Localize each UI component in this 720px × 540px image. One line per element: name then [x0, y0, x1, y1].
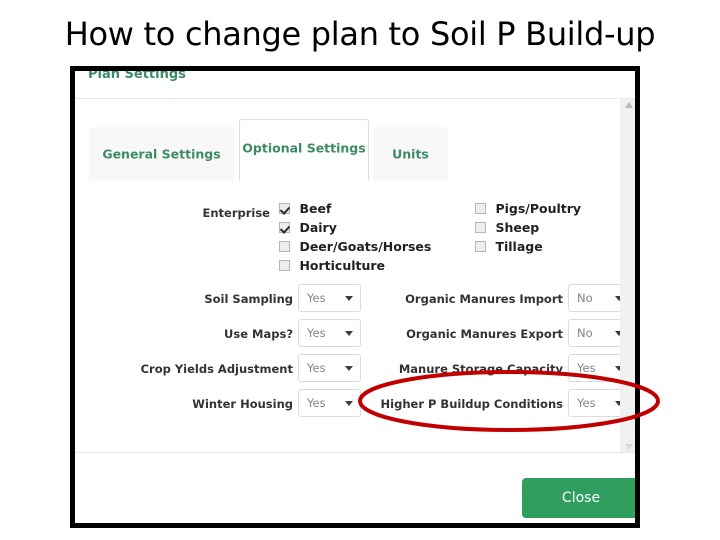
checkbox-beef[interactable]: Beef — [279, 199, 431, 218]
select-use-maps-value: Yes — [307, 326, 326, 340]
tab-optional-settings-label: Optional Settings — [242, 140, 366, 156]
checkbox-pigs-poultry[interactable]: Pigs/Poultry — [475, 199, 581, 218]
dialog-header: Plan Settings — [75, 71, 635, 99]
select-organic-manures-import-value: No — [577, 291, 593, 305]
select-manure-storage-capacity-value: Yes — [577, 361, 596, 375]
label-soil-sampling: Soil Sampling — [204, 292, 293, 306]
select-use-maps[interactable]: Yes — [298, 319, 361, 347]
checkbox-dairy[interactable]: Dairy — [279, 218, 431, 237]
tab-strip: General Settings Optional Settings Units — [89, 119, 629, 181]
label-higher-p-buildup-conditions: Higher P Buildup Conditions — [380, 397, 563, 411]
checkbox-pigs-poultry-label: Pigs/Poultry — [495, 201, 582, 216]
checkbox-deer-goats-horses[interactable]: Deer/Goats/Horses — [279, 237, 431, 256]
field-row-manure-storage-capacity: Manure Storage Capacity Yes — [365, 354, 635, 386]
enterprise-row: Enterprise Beef Dairy Deer/Goats/Horses — [75, 199, 635, 279]
checkbox-beef-box[interactable] — [279, 203, 290, 214]
checkbox-sheep[interactable]: Sheep — [475, 218, 581, 237]
select-winter-housing-value: Yes — [307, 396, 326, 410]
field-row-winter-housing: Winter Housing Yes — [75, 389, 365, 421]
label-crop-yields-adjustment: Crop Yields Adjustment — [140, 362, 293, 376]
checkbox-sheep-label: Sheep — [495, 220, 540, 235]
tab-units[interactable]: Units — [373, 127, 448, 181]
checkbox-dairy-label: Dairy — [299, 220, 337, 235]
label-manure-storage-capacity: Manure Storage Capacity — [398, 362, 563, 376]
select-crop-yields-adjustment[interactable]: Yes — [298, 354, 361, 382]
field-row-organic-manures-export: Organic Manures Export No — [365, 319, 635, 351]
enterprise-options-left: Beef Dairy Deer/Goats/Horses Horticultur… — [279, 199, 431, 275]
tab-units-label: Units — [392, 146, 429, 162]
field-row-higher-p-buildup-conditions: Higher P Buildup Conditions Yes — [365, 389, 635, 421]
close-button[interactable]: Close — [522, 478, 635, 518]
checkbox-horticulture-label: Horticulture — [299, 258, 386, 273]
label-organic-manures-import: Organic Manures Import — [405, 292, 563, 306]
tab-general-settings[interactable]: General Settings — [89, 127, 234, 181]
page-title: How to change plan to Soil P Build-up — [64, 15, 656, 53]
chevron-down-icon — [345, 366, 353, 371]
select-soil-sampling[interactable]: Yes — [298, 284, 361, 312]
tab-optional-settings[interactable]: Optional Settings — [239, 119, 369, 181]
select-organic-manures-export-value: No — [577, 326, 593, 340]
field-row-organic-manures-import: Organic Manures Import No — [365, 284, 635, 316]
checkbox-tillage-box[interactable] — [475, 241, 486, 252]
checkbox-dairy-box[interactable] — [279, 222, 290, 233]
checkbox-beef-label: Beef — [299, 201, 332, 216]
screenshot-frame: Plan Settings General Settings Optional … — [70, 66, 640, 528]
enterprise-label: Enterprise — [202, 206, 270, 220]
select-crop-yields-adjustment-value: Yes — [307, 361, 326, 375]
checkbox-horticulture[interactable]: Horticulture — [279, 256, 431, 275]
tab-general-settings-label: General Settings — [102, 146, 221, 162]
select-soil-sampling-value: Yes — [307, 291, 326, 305]
checkbox-tillage[interactable]: Tillage — [475, 237, 581, 256]
scroll-down-arrow-icon[interactable] — [625, 444, 633, 450]
vertical-scrollbar[interactable] — [620, 99, 635, 453]
checkbox-horticulture-box[interactable] — [279, 260, 290, 271]
label-winter-housing: Winter Housing — [192, 397, 293, 411]
dialog-body: General Settings Optional Settings Units… — [75, 99, 635, 453]
checkbox-tillage-label: Tillage — [495, 239, 543, 254]
plan-settings-dialog: Plan Settings General Settings Optional … — [75, 71, 635, 523]
select-winter-housing[interactable]: Yes — [298, 389, 361, 417]
checkbox-deer-goats-horses-box[interactable] — [279, 241, 290, 252]
checkbox-sheep-box[interactable] — [475, 222, 486, 233]
label-use-maps: Use Maps? — [224, 327, 293, 341]
field-row-crop-yields-adjustment: Crop Yields Adjustment Yes — [75, 354, 365, 386]
dialog-title: Plan Settings — [88, 67, 186, 82]
field-row-soil-sampling: Soil Sampling Yes — [75, 284, 365, 316]
enterprise-options-right: Pigs/Poultry Sheep Tillage — [475, 199, 581, 256]
field-row-use-maps: Use Maps? Yes — [75, 319, 365, 351]
dialog-footer: Close — [75, 452, 635, 523]
label-organic-manures-export: Organic Manures Export — [406, 327, 563, 341]
checkbox-deer-goats-horses-label: Deer/Goats/Horses — [299, 239, 432, 254]
select-higher-p-buildup-conditions-value: Yes — [577, 396, 596, 410]
checkbox-pigs-poultry-box[interactable] — [475, 203, 486, 214]
chevron-down-icon — [345, 401, 353, 406]
chevron-down-icon — [345, 331, 353, 336]
scroll-up-arrow-icon[interactable] — [625, 102, 633, 108]
chevron-down-icon — [345, 296, 353, 301]
